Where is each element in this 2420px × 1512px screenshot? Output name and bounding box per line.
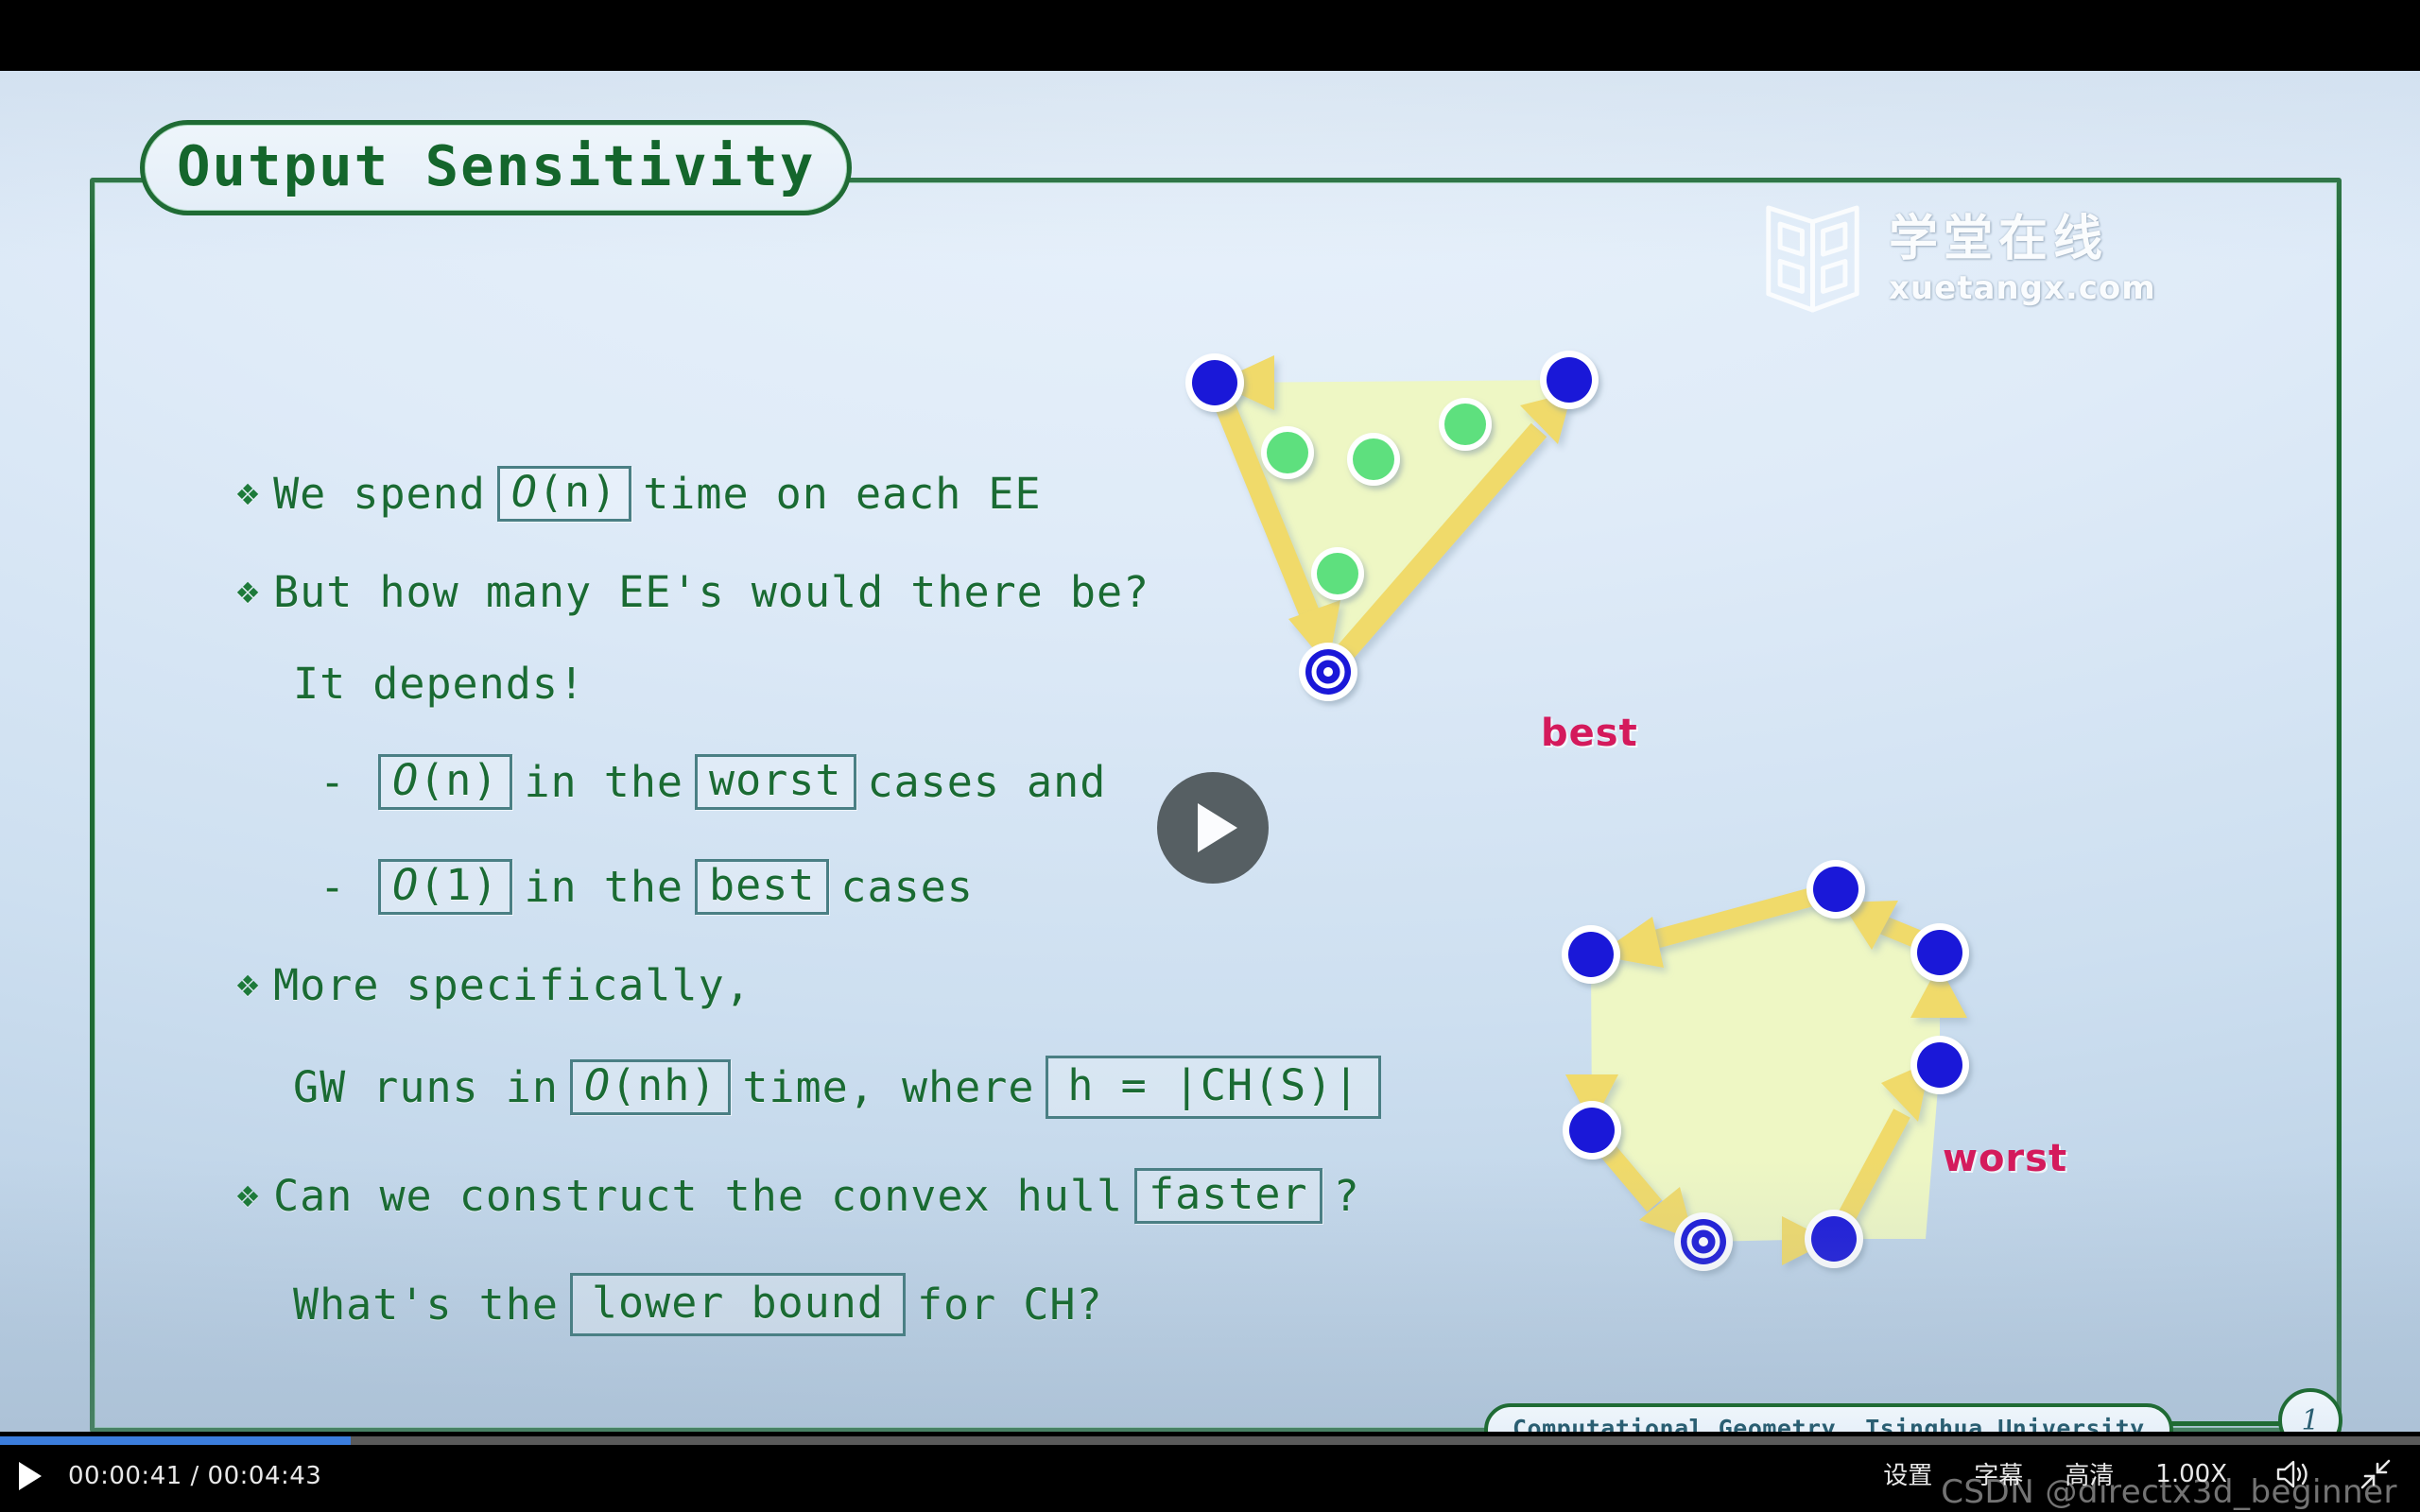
sub-bullet-dash: - <box>320 862 347 912</box>
big-o-symbol: O <box>392 755 420 805</box>
worst-edge-1 <box>1597 884 1829 968</box>
highlight-box: faster <box>1134 1168 1322 1224</box>
bullet-text: We spend <box>273 469 486 519</box>
highlight-box: O(1) <box>378 859 513 915</box>
worst-edge-3 <box>1910 965 1967 1059</box>
subtitles-button[interactable]: 字幕 <box>1974 1456 2023 1491</box>
worst-origin-vertex <box>1674 1212 1733 1271</box>
bullet-text: More specifically, <box>273 960 752 1010</box>
bullet-line-7: ❖ Can we construct the convex hull faster? <box>236 1168 1437 1224</box>
bullet-text: in the <box>524 862 684 912</box>
bullet-diamond-icon: ❖ <box>236 961 261 1005</box>
big-o-symbol: O <box>392 860 420 910</box>
bullet-line-0: ❖ We spend O(n) time on each EE <box>236 466 1437 522</box>
bullet-text: time on each EE <box>643 469 1042 519</box>
bullet-text: cases <box>840 862 974 912</box>
slide-title-capsule: Output Sensitivity <box>140 120 853 215</box>
best-edge-1 <box>1215 355 1562 410</box>
diagram-worst-case <box>1562 860 1969 1271</box>
video-control-bar: 00:00:41 / 00:04:43 设置 字幕 高清 1.00X CSDN … <box>0 1432 2420 1512</box>
bullet-line-2: It depends! <box>293 662 1437 705</box>
worst-edge-5 <box>1713 1216 1830 1265</box>
progress-bar-track[interactable] <box>0 1436 2420 1445</box>
worst-edge-6 <box>1590 1132 1694 1240</box>
bullet-text: What's the <box>293 1280 559 1330</box>
bullet-text: But how many EE's would there be? <box>273 567 1150 617</box>
play-pause-button[interactable] <box>19 1460 47 1492</box>
highlight-box: h = |CH(S)| <box>1046 1056 1382 1119</box>
time-display: 00:00:41 / 00:04:43 <box>68 1462 322 1490</box>
diagram-label-worst: worst <box>1943 1137 2068 1180</box>
bullet-text: for CH? <box>916 1280 1103 1330</box>
worst-hull-vertices <box>1562 860 1969 1271</box>
worst-hull-fill <box>1591 889 1940 1242</box>
play-triangle-icon <box>1198 803 1237 852</box>
highlight-box: best <box>695 859 830 915</box>
play-icon <box>19 1462 42 1490</box>
big-o-symbol: O <box>583 1060 612 1110</box>
worst-edge-4 <box>1830 1061 1930 1236</box>
highlight-box: lower bound <box>569 1273 906 1336</box>
highlight-box: O(n) <box>496 466 632 522</box>
xuetangx-logo: 学堂在线 xuetangx.com <box>1754 203 2156 315</box>
quality-hd-button[interactable]: 高清 <box>2065 1456 2114 1491</box>
diagram-label-best: best <box>1541 712 1638 755</box>
exit-fullscreen-icon <box>2360 1459 2391 1488</box>
footer-text: Computational Geometry, Tsinghua Univers… <box>1512 1415 2145 1432</box>
highlight-box: worst <box>695 754 856 810</box>
slide-bullet-list: ❖ We spend O(n) time on each EE ❖ But how man… <box>236 466 1437 1385</box>
bullet-text: Can we construct the convex hull <box>273 1171 1124 1221</box>
page-title: Output Sensitivity <box>177 133 816 198</box>
highlight-box: O(nh) <box>569 1059 732 1115</box>
bullet-text: GW runs in <box>293 1062 559 1112</box>
bullet-line-8: What's the lower bound for CH? <box>293 1273 1437 1336</box>
logo-text-cn: 学堂在线 <box>1889 210 2109 267</box>
big-o-symbol: O <box>510 467 538 517</box>
bullet-diamond-icon: ❖ <box>236 1172 261 1216</box>
open-book-icon <box>1766 205 1859 313</box>
bullet-text: It depends! <box>293 659 586 709</box>
bullet-line-5: ❖ More specifically, <box>236 964 1437 1006</box>
settings-button[interactable]: 设置 <box>1883 1456 1932 1491</box>
bullet-text: time, where <box>742 1062 1035 1112</box>
speaker-icon <box>2276 1460 2308 1487</box>
play-overlay-button[interactable] <box>1157 772 1269 884</box>
worst-edge-7 <box>1565 965 1618 1125</box>
bullet-line-4: - O(1) in the best cases <box>320 859 1437 915</box>
bullet-line-3: - O(n) in the worst cases and <box>320 754 1437 810</box>
worst-edge-2 <box>1841 901 1938 955</box>
exit-fullscreen-button[interactable] <box>2360 1458 2392 1490</box>
video-viewport[interactable]: best worst ❖ We spend O(n) time on each EE ❖… <box>0 71 2420 1432</box>
bullet-line-1: ❖ But how many EE's would there be? <box>236 571 1437 613</box>
slide-page-number: 1 <box>2278 1388 2342 1432</box>
bullet-text: in the <box>524 757 684 807</box>
slide-footer: Computational Geometry, Tsinghua Univers… <box>1484 1403 2173 1432</box>
bullet-text: ? <box>1333 1171 1360 1221</box>
bullet-diamond-icon: ❖ <box>236 470 261 514</box>
control-bar-left: 00:00:41 / 00:04:43 <box>19 1460 321 1492</box>
playback-speed-button[interactable]: 1.00X <box>2155 1460 2227 1488</box>
bullet-diamond-icon: ❖ <box>236 568 261 612</box>
bullet-line-6: GW runs in O(nh) time, where h = |CH(S)| <box>293 1056 1437 1119</box>
bullet-text: cases and <box>867 757 1107 807</box>
player-stage: best worst ❖ We spend O(n) time on each EE ❖… <box>0 0 2420 1512</box>
page-number-text: 1 <box>2301 1403 2320 1433</box>
progress-bar-fill <box>0 1436 352 1445</box>
sub-bullet-dash: - <box>320 757 347 807</box>
logo-text-en: xuetangx.com <box>1889 268 2156 307</box>
control-bar-right: 设置 字幕 高清 1.00X <box>1841 1456 2392 1491</box>
volume-button[interactable] <box>2274 1458 2312 1490</box>
highlight-box: O(n) <box>378 754 513 810</box>
